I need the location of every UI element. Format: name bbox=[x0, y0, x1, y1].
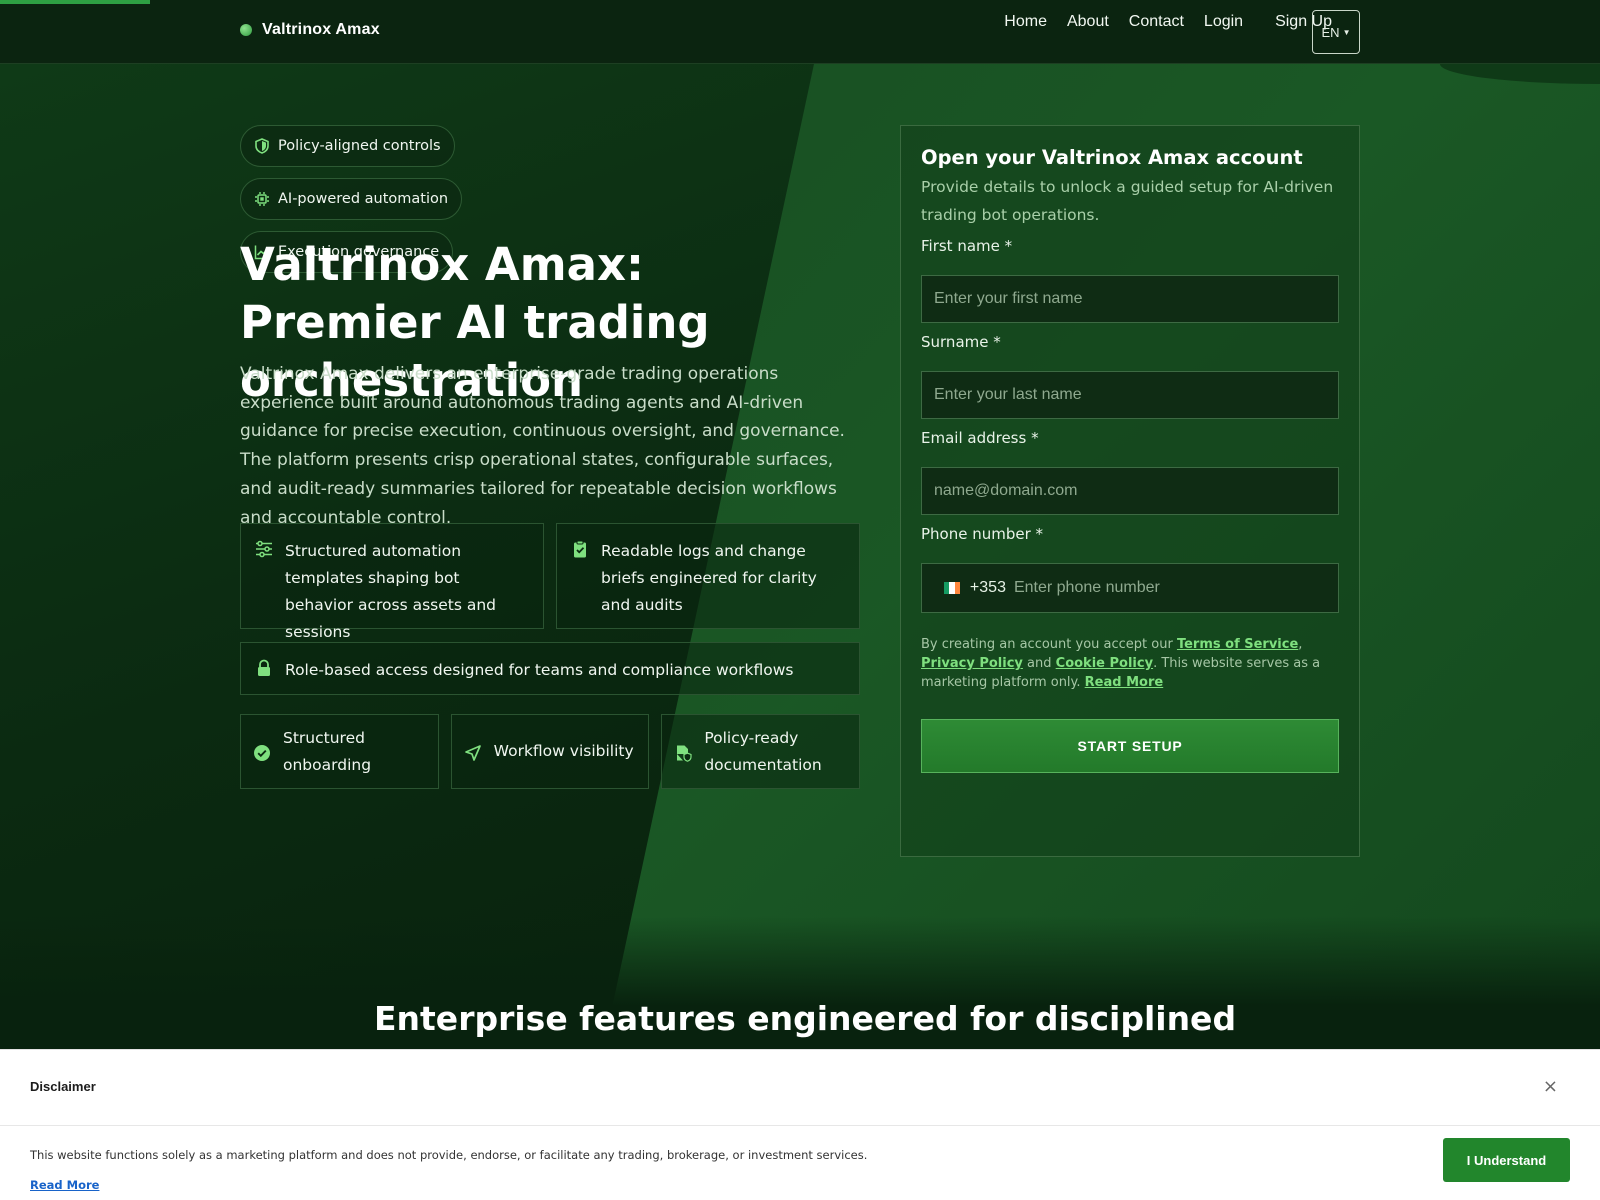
ireland-flag-icon[interactable] bbox=[944, 582, 960, 594]
email-field-box bbox=[921, 467, 1339, 515]
clipboard-check-icon bbox=[574, 540, 586, 558]
cookie-link[interactable]: Cookie Policy bbox=[1056, 656, 1153, 671]
hero-description: Valtrinox Amax delivers an enterprise-gr… bbox=[240, 364, 845, 528]
nav-about-link[interactable]: About bbox=[1067, 12, 1109, 32]
nav-contact-link[interactable]: Contact bbox=[1129, 12, 1184, 32]
nav-login-link[interactable]: Login bbox=[1204, 12, 1243, 32]
legal-notice: By creating an account you accept our Te… bbox=[921, 637, 1321, 690]
language-selector[interactable]: EN ▼ bbox=[1312, 10, 1360, 54]
highlight-text: Policy-ready documentation bbox=[704, 728, 822, 774]
surname-input[interactable] bbox=[934, 386, 1326, 404]
feature-text: Readable logs and change briefs engineer… bbox=[601, 542, 817, 614]
disclaimer-banner: Disclaimer × This website functions sole… bbox=[0, 1049, 1600, 1200]
feature-card-readable-logs: Readable logs and change briefs engineer… bbox=[556, 523, 860, 629]
email-label: Email address * bbox=[921, 429, 1039, 447]
disclaimer-text: This website functions solely as a marke… bbox=[30, 1148, 868, 1162]
check-circle-icon bbox=[254, 744, 270, 761]
privacy-link[interactable]: Privacy Policy bbox=[921, 656, 1023, 671]
form-subtitle: Provide details to unlock a guided setup… bbox=[921, 178, 1334, 224]
close-icon[interactable]: × bbox=[1543, 1076, 1558, 1097]
email-input[interactable] bbox=[934, 482, 1326, 500]
chip-label: AI-powered automation bbox=[278, 191, 449, 207]
phone-field-box: +353 bbox=[921, 563, 1339, 613]
first-name-input[interactable] bbox=[934, 290, 1326, 308]
caret-down-icon: ▼ bbox=[1342, 27, 1351, 37]
feature-card-automation-templates: Structured automation templates shaping … bbox=[240, 523, 544, 641]
i-understand-button[interactable]: I Understand bbox=[1443, 1138, 1570, 1182]
disclaimer-title: Disclaimer bbox=[30, 1079, 96, 1094]
phone-label: Phone number * bbox=[921, 525, 1044, 543]
chip-policy-aligned: Policy-aligned controls bbox=[240, 125, 455, 167]
feature-text: Structured automation templates shaping … bbox=[285, 542, 496, 641]
terms-link[interactable]: Terms of Service bbox=[1177, 637, 1298, 652]
chip-label: Policy-aligned controls bbox=[278, 138, 441, 154]
first-name-label: First name * bbox=[921, 237, 1013, 255]
phone-country-code[interactable]: +353 bbox=[970, 579, 1006, 597]
top-navigation-bar: Valtrinox Amax Home About Contact Login … bbox=[0, 0, 1600, 64]
main-nav: Home About Contact Login Sign Up bbox=[1004, 12, 1332, 32]
form-title: Open your Valtrinox Amax account bbox=[921, 146, 1303, 169]
start-setup-button[interactable]: START SETUP bbox=[921, 719, 1339, 773]
highlight-text: Workflow visibility bbox=[493, 742, 634, 760]
form-read-more-link[interactable]: Read More bbox=[1085, 675, 1164, 690]
sliders-icon bbox=[256, 540, 272, 558]
signup-form: Open your Valtrinox Amax account Provide… bbox=[900, 125, 1360, 857]
features-section-title: Enterprise features engineered for disci… bbox=[374, 999, 1234, 1038]
chip-processor-icon bbox=[255, 192, 269, 206]
legal-prefix: By creating an account you accept our bbox=[921, 637, 1173, 652]
highlight-workflow-visibility: Workflow visibility bbox=[450, 714, 650, 789]
highlight-cards-row: Structured onboarding Workflow visibilit… bbox=[240, 714, 861, 789]
chip-ai-powered: AI-powered automation bbox=[240, 178, 463, 220]
navigation-arrow-icon bbox=[464, 744, 481, 761]
surname-field-box bbox=[921, 371, 1339, 419]
language-label: EN bbox=[1321, 24, 1340, 40]
legal-and: and bbox=[1027, 656, 1052, 671]
surname-label: Surname * bbox=[921, 333, 1001, 351]
brand-dot-icon bbox=[240, 24, 252, 36]
disclaimer-header: Disclaimer × bbox=[0, 1050, 1600, 1126]
brand-logo[interactable]: Valtrinox Amax bbox=[240, 21, 380, 39]
highlight-structured-onboarding: Structured onboarding bbox=[240, 714, 439, 789]
feature-text: Role-based access designed for teams and… bbox=[285, 661, 794, 679]
shield-icon bbox=[255, 138, 269, 154]
disclaimer-read-more-link[interactable]: Read More bbox=[30, 1178, 99, 1192]
document-shield-icon bbox=[677, 745, 692, 762]
highlight-policy-ready-docs: Policy-ready documentation bbox=[661, 714, 861, 789]
first-name-field-box bbox=[921, 275, 1339, 323]
highlight-text: Structured onboarding bbox=[283, 728, 372, 774]
lock-icon bbox=[258, 659, 270, 676]
nav-home-link[interactable]: Home bbox=[1004, 12, 1047, 32]
feature-cards-row: Structured automation templates shaping … bbox=[240, 523, 860, 641]
page-progress-bar bbox=[0, 0, 150, 4]
feature-card-role-based-access: Role-based access designed for teams and… bbox=[240, 642, 860, 695]
phone-input[interactable] bbox=[1013, 579, 1326, 597]
brand-name: Valtrinox Amax bbox=[262, 21, 380, 38]
